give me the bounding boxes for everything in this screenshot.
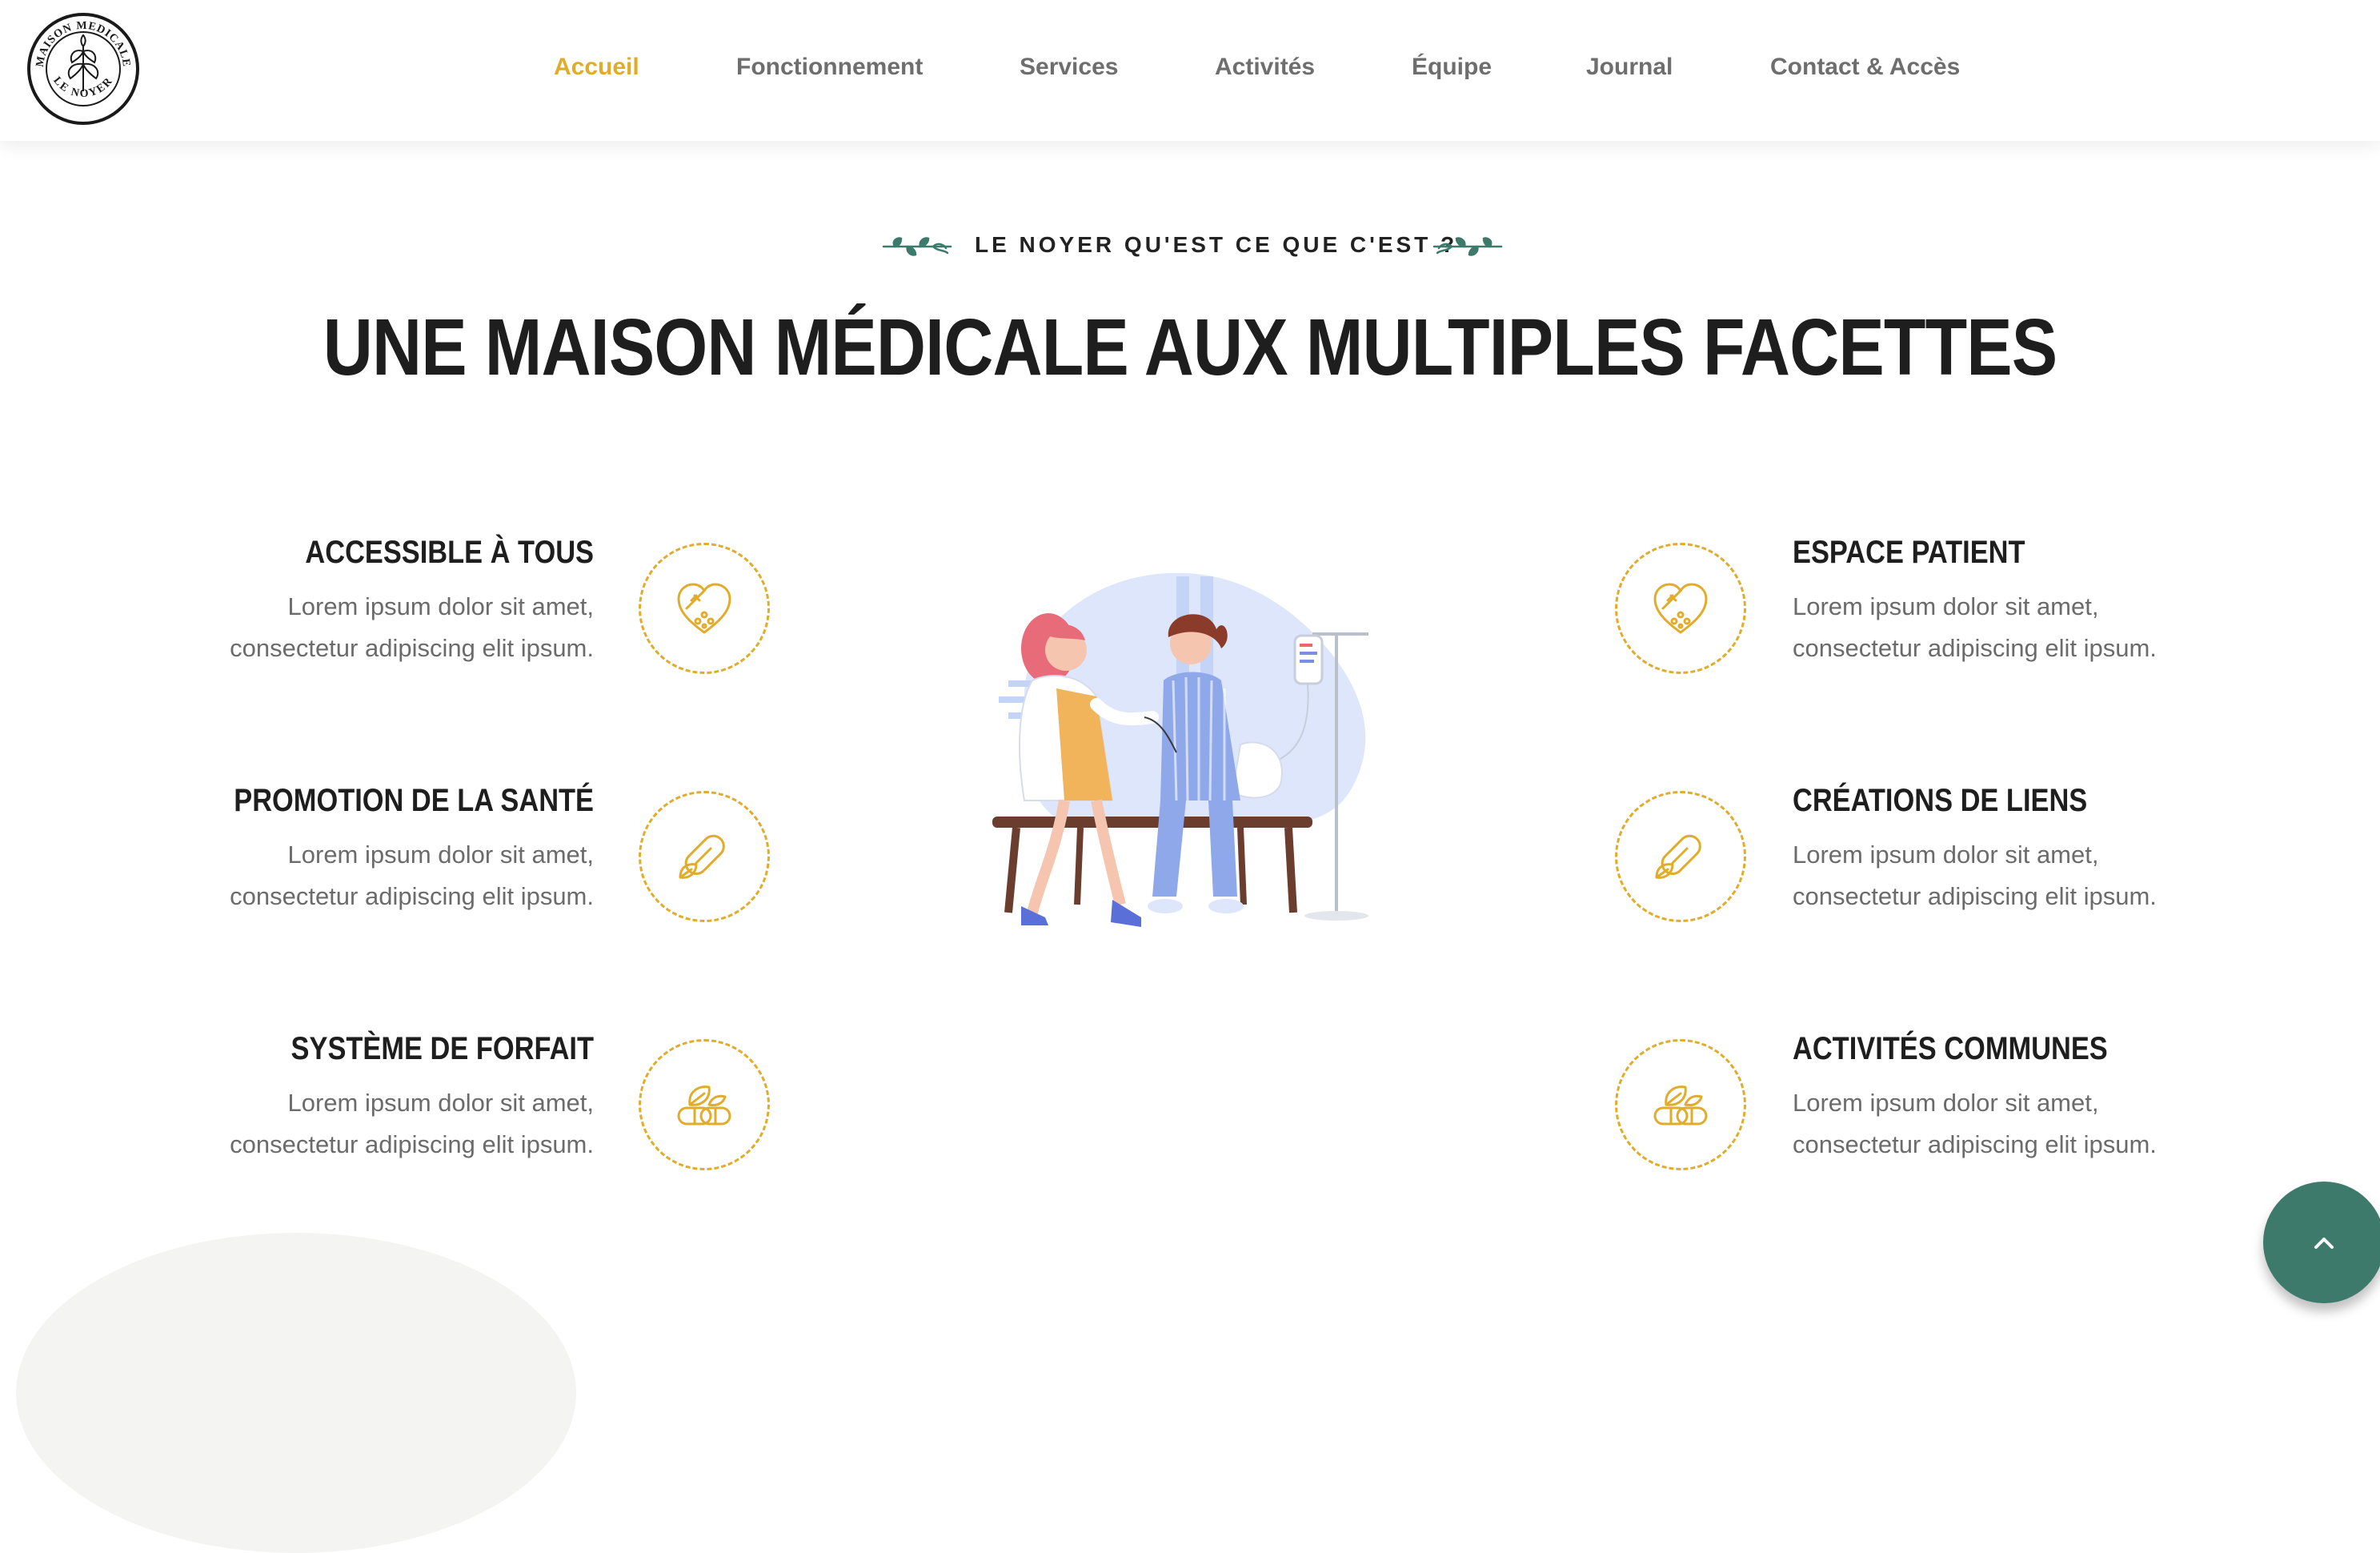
feature-desc-line: consectetur adipiscing elit ipsum. xyxy=(230,634,594,662)
feature-icon-circle xyxy=(639,543,770,674)
feature-icon-circle xyxy=(1615,1039,1746,1170)
site-header: MAISON MEDICALE LE NOYER Accueil Fonctio… xyxy=(0,0,2380,141)
feature-icon-circle xyxy=(1615,543,1746,674)
feature-title: ACCESSIBLE À TOUS xyxy=(305,535,594,570)
capsule-leaf-icon xyxy=(679,834,725,879)
feature-desc-line: consectetur adipiscing elit ipsum. xyxy=(1793,1130,2157,1158)
feature-desc: Lorem ipsum dolor sit amet, consectetur … xyxy=(1793,1082,2241,1166)
feature-activites-communes: ACTIVITÉS COMMUNES Lorem ipsum dolor sit… xyxy=(1793,1026,2241,1166)
capsule-heart-icon xyxy=(1653,583,1708,634)
nav-item-activites[interactable]: Activités xyxy=(1215,50,1315,85)
chevron-up-icon xyxy=(2314,1238,2334,1249)
nav-item-equipe[interactable]: Équipe xyxy=(1412,50,1492,85)
page-title: UNE MAISON MÉDICALE AUX MULTIPLES FACETT… xyxy=(323,303,2057,392)
feature-desc-line: Lorem ipsum dolor sit amet, xyxy=(1793,1089,2099,1117)
capsule-leaf-icon xyxy=(1655,834,1701,879)
nav-item-accueil[interactable]: Accueil xyxy=(554,50,639,85)
feature-desc: Lorem ipsum dolor sit amet, consectetur … xyxy=(146,1082,594,1166)
feature-promotion: PROMOTION DE LA SANTÉ Lorem ipsum dolor … xyxy=(146,778,594,917)
leaf-ornament-icon xyxy=(882,237,952,256)
feature-icon-circle xyxy=(639,1039,770,1170)
feature-desc-line: Lorem ipsum dolor sit amet, xyxy=(287,841,594,869)
feature-icon-circle xyxy=(639,791,770,922)
feature-forfait: SYSTÈME DE FORFAIT Lorem ipsum dolor sit… xyxy=(146,1026,594,1166)
feature-title: ESPACE PATIENT xyxy=(1793,535,2025,570)
feature-creations-liens: CRÉATIONS DE LIENS Lorem ipsum dolor sit… xyxy=(1793,778,2241,917)
feature-desc-line: consectetur adipiscing elit ipsum. xyxy=(1793,882,2157,910)
leaf-ornament-icon xyxy=(1432,237,1503,256)
feature-espace-patient: ESPACE PATIENT Lorem ipsum dolor sit ame… xyxy=(1793,530,2241,669)
nav-item-services[interactable]: Services xyxy=(1020,50,1118,85)
main-nav: Accueil Fonctionnement Services Activité… xyxy=(0,0,2380,141)
section-kicker-text: LE NOYER QU'EST CE QUE C'EST ? xyxy=(975,232,1458,257)
feature-desc-line: consectetur adipiscing elit ipsum. xyxy=(230,882,594,910)
section-kicker: LE NOYER QU'EST CE QUE C'EST ? xyxy=(880,227,1505,263)
pills-leaf-icon xyxy=(1653,1085,1708,1126)
capsule-heart-icon xyxy=(677,583,731,634)
feature-desc: Lorem ipsum dolor sit amet, consectetur … xyxy=(146,586,594,669)
feature-desc: Lorem ipsum dolor sit amet, consectetur … xyxy=(1793,586,2241,669)
feature-desc: Lorem ipsum dolor sit amet, consectetur … xyxy=(1793,834,2241,917)
scroll-top-button[interactable] xyxy=(2263,1182,2380,1303)
feature-desc-line: Lorem ipsum dolor sit amet, xyxy=(287,1089,594,1117)
decorative-arc xyxy=(16,1233,576,1553)
doctor-patient-illustration xyxy=(992,572,1368,927)
pills-leaf-icon xyxy=(677,1085,731,1126)
nav-item-fonctionnement[interactable]: Fonctionnement xyxy=(736,50,923,85)
feature-title: PROMOTION DE LA SANTÉ xyxy=(234,783,594,818)
scroll-top xyxy=(2263,1182,2380,1303)
feature-title: CRÉATIONS DE LIENS xyxy=(1793,783,2088,818)
feature-title: ACTIVITÉS COMMUNES xyxy=(1793,1031,2108,1066)
feature-icon-circle xyxy=(1615,791,1746,922)
feature-accessible: ACCESSIBLE À TOUS Lorem ipsum dolor sit … xyxy=(146,530,594,669)
feature-desc-line: Lorem ipsum dolor sit amet, xyxy=(1793,592,2099,620)
feature-desc-line: consectetur adipiscing elit ipsum. xyxy=(230,1130,594,1158)
feature-desc-line: Lorem ipsum dolor sit amet, xyxy=(287,592,594,620)
feature-title: SYSTÈME DE FORFAIT xyxy=(290,1031,594,1066)
feature-desc: Lorem ipsum dolor sit amet, consectetur … xyxy=(146,834,594,917)
feature-desc-line: consectetur adipiscing elit ipsum. xyxy=(1793,634,2157,662)
nav-item-contact[interactable]: Contact & Accès xyxy=(1770,50,1960,85)
feature-desc-line: Lorem ipsum dolor sit amet, xyxy=(1793,841,2099,869)
nav-item-journal[interactable]: Journal xyxy=(1586,50,1673,85)
